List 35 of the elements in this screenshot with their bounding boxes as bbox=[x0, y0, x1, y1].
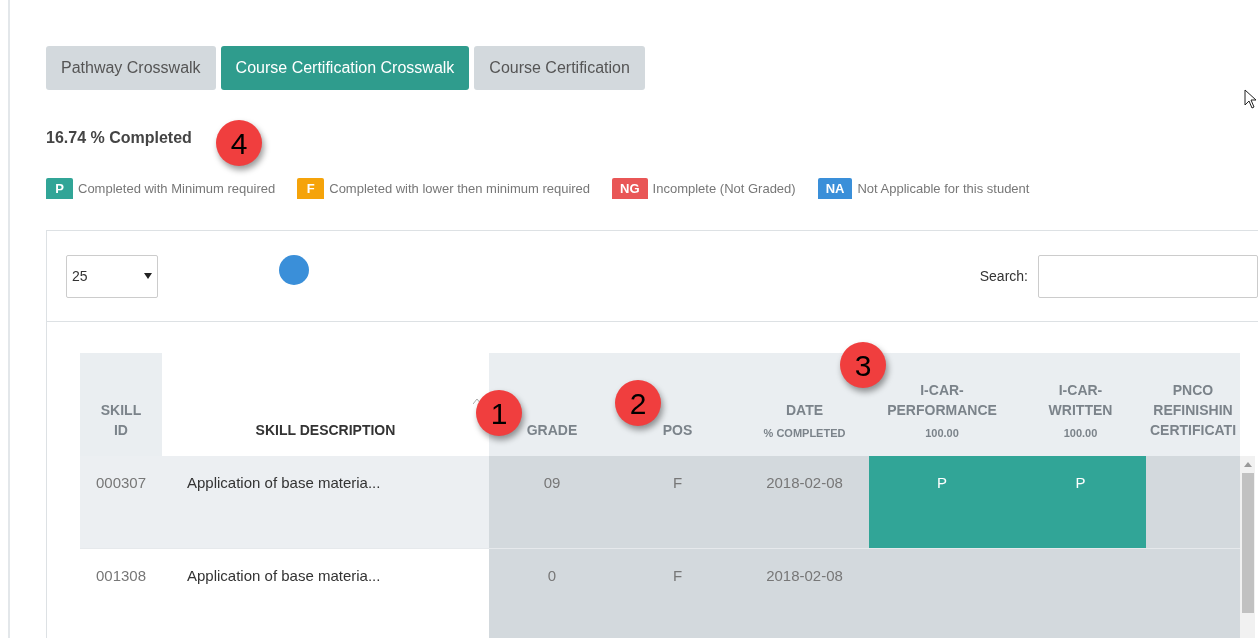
legend-badge: P bbox=[46, 178, 73, 199]
legend-badge: F bbox=[297, 178, 325, 199]
cert-cell: P bbox=[1015, 456, 1146, 548]
table-cell: Application of base materia... bbox=[162, 456, 489, 548]
tab[interactable]: Course Certification Crosswalk bbox=[220, 46, 470, 90]
search-label: Search: bbox=[979, 266, 1028, 286]
table-cell: 09 bbox=[489, 456, 615, 548]
table-cell: F bbox=[615, 456, 740, 548]
column-header[interactable]: POS bbox=[662, 420, 693, 440]
tab[interactable]: Pathway Crosswalk bbox=[46, 46, 216, 90]
column-header[interactable]: GRADE bbox=[526, 420, 578, 440]
table-cell: 2018-02-08 bbox=[740, 456, 869, 548]
legend-label: Incomplete (Not Graded) bbox=[652, 179, 796, 198]
page-length-select[interactable]: 25 bbox=[66, 254, 158, 298]
annotation-marker: 3 bbox=[840, 342, 886, 388]
legend-badge: NG bbox=[612, 178, 648, 199]
tab[interactable]: Course Certification bbox=[474, 46, 645, 90]
legend-label: Not Applicable for this student bbox=[857, 179, 1030, 198]
scrollbar[interactable] bbox=[1240, 456, 1255, 638]
scroll-up-icon bbox=[1243, 462, 1252, 467]
legend-label: Completed with Minimum required bbox=[78, 179, 276, 198]
table-cell: 2018-02-08 bbox=[740, 549, 869, 638]
cert-cell: P bbox=[869, 456, 1015, 548]
table-cell: F bbox=[615, 549, 740, 638]
progress-text: 16.74 % Completed bbox=[46, 128, 192, 148]
search-field[interactable] bbox=[1038, 254, 1258, 298]
table-cell: 0 bbox=[489, 549, 615, 638]
caret-icon bbox=[144, 273, 152, 279]
column-header[interactable]: SKILL DESCRIPTION bbox=[255, 420, 396, 440]
legend-badge: NA bbox=[817, 178, 853, 199]
legend-label: Completed with lower then minimum required bbox=[329, 179, 591, 198]
table-cell: 000307 bbox=[80, 456, 162, 548]
annotation-marker: 4 bbox=[216, 120, 262, 166]
scrollbar-thumb[interactable] bbox=[1241, 473, 1254, 613]
column-header[interactable]: SKILL ID bbox=[100, 400, 142, 440]
